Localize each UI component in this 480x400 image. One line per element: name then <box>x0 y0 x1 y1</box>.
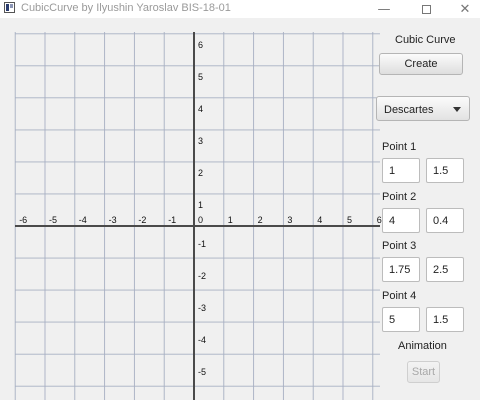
y-tick-label: 2 <box>198 168 203 178</box>
app-icon <box>4 2 15 13</box>
x-tick-label: -2 <box>138 215 146 225</box>
point-1-label: Point 1 <box>382 141 417 153</box>
point-2-x-input[interactable] <box>382 208 420 233</box>
point-4-label: Point 4 <box>382 290 417 302</box>
y-tick-label: 6 <box>198 40 203 50</box>
point-2-y-input[interactable] <box>426 208 464 233</box>
panel-heading: Cubic Curve <box>395 34 456 46</box>
x-tick-label: 5 <box>347 215 352 225</box>
y-tick-label: -3 <box>198 303 206 313</box>
window-title: CubicCurve by Ilyushin Yaroslav BIS-18-0… <box>21 2 231 14</box>
title-bar: CubicCurve by Ilyushin Yaroslav BIS-18-0… <box>0 0 480 18</box>
point-3-label: Point 3 <box>382 240 417 252</box>
y-tick-label: 5 <box>198 72 203 82</box>
y-tick-label: 4 <box>198 104 203 114</box>
x-tick-label: -5 <box>49 215 57 225</box>
y-tick-label: -2 <box>198 271 206 281</box>
x-tick-label: -6 <box>19 215 27 225</box>
y-tick-label: 3 <box>198 136 203 146</box>
minimize-button[interactable]: — <box>364 0 404 18</box>
point-1-x-input[interactable] <box>382 158 420 183</box>
coordinate-grid: -6 -5 -4 -3 -2 -1 0 1 2 3 4 5 6654321-1-2-3-4-5 <box>14 32 382 400</box>
x-tick-label: -1 <box>168 215 176 225</box>
point-3-x-input[interactable] <box>382 257 420 282</box>
y-tick-label: -5 <box>198 367 206 377</box>
x-tick-label: 0 <box>198 215 203 225</box>
maximize-icon <box>421 4 431 14</box>
x-tick-label: -4 <box>79 215 87 225</box>
point-1-y-input[interactable] <box>426 158 464 183</box>
point-3-y-input[interactable] <box>426 257 464 282</box>
x-tick-label: -3 <box>109 215 117 225</box>
point-4-y-input[interactable] <box>426 307 464 332</box>
start-button[interactable]: Start <box>407 361 440 383</box>
y-tick-label: 1 <box>198 200 203 210</box>
graph-canvas[interactable]: -6 -5 -4 -3 -2 -1 0 1 2 3 4 5 6 6 5 4 3 2 1 -1 -2 -3 -4 -5 <box>14 32 382 400</box>
coordinate-system-select[interactable]: Descartes <box>376 96 470 121</box>
point-4-x-input[interactable] <box>382 307 420 332</box>
create-button[interactable]: Create <box>379 53 463 75</box>
y-tick-label: -4 <box>198 335 206 345</box>
x-tick-label: 3 <box>287 215 292 225</box>
maximize-button[interactable] <box>406 0 446 18</box>
x-tick-label: 4 <box>317 215 322 225</box>
x-tick-label: 2 <box>258 215 263 225</box>
point-2-label: Point 2 <box>382 191 417 203</box>
animation-label: Animation <box>398 340 447 352</box>
close-button[interactable]: ✕ <box>445 0 480 18</box>
y-tick-label: -1 <box>198 239 206 249</box>
x-tick-label: 1 <box>228 215 233 225</box>
coordinate-system-value: Descartes <box>384 104 434 116</box>
chevron-down-icon <box>453 107 461 112</box>
